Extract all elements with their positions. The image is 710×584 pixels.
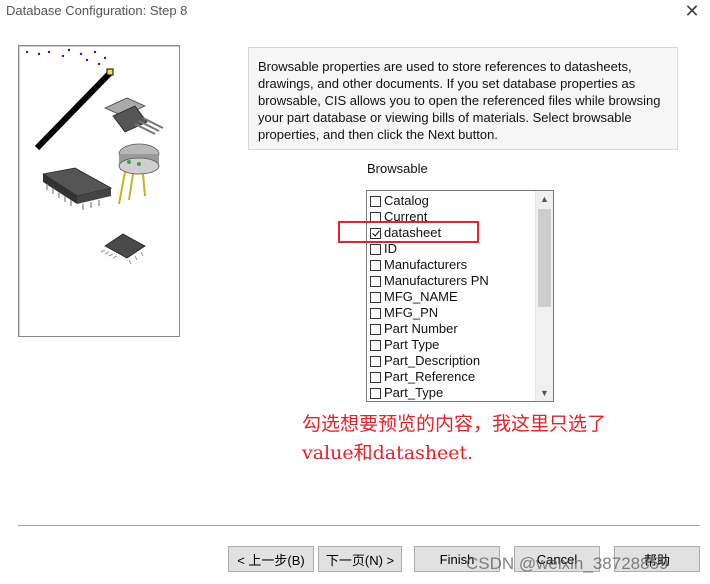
annotation-line-2: value和datasheet. <box>302 442 474 464</box>
checkbox[interactable] <box>370 243 381 255</box>
list-item-label: Part_Reference <box>384 369 476 384</box>
checkbox[interactable] <box>370 259 381 271</box>
list-item-part-reference[interactable]: Part_Reference <box>370 369 475 385</box>
wand-icon <box>25 48 114 151</box>
illustration-panel <box>18 45 180 337</box>
list-item-part-type-underscore[interactable]: Part_Type <box>370 385 443 401</box>
back-button[interactable]: < 上一步(B) <box>228 546 314 572</box>
checkbox[interactable] <box>370 291 381 303</box>
list-item-id[interactable]: ID <box>370 241 397 257</box>
scroll-thumb[interactable] <box>538 209 551 307</box>
components-illustration <box>25 48 164 265</box>
browsable-label: Browsable <box>367 161 428 176</box>
checkbox[interactable] <box>370 275 381 287</box>
list-item-mfg-name[interactable]: MFG_NAME <box>370 289 458 305</box>
window-title: Database Configuration: Step 8 <box>6 3 188 18</box>
list-item-catalog[interactable]: Catalog <box>370 193 429 209</box>
next-button[interactable]: 下一页(N) > <box>318 546 402 572</box>
list-item-label: Manufacturers PN <box>384 273 489 288</box>
list-item-label: MFG_NAME <box>384 289 458 304</box>
list-item-mfg-pn[interactable]: MFG_PN <box>370 305 438 321</box>
vertical-scrollbar[interactable]: ▲ ▼ <box>535 191 553 401</box>
checkbox[interactable] <box>370 387 381 399</box>
scroll-down-icon[interactable]: ▼ <box>536 385 553 401</box>
list-item-label: MFG_PN <box>384 305 439 320</box>
footer-separator <box>18 525 700 527</box>
list-item-label: Part_Type <box>384 385 444 400</box>
highlight-annotation-box <box>338 221 479 243</box>
checkbox[interactable] <box>370 339 381 351</box>
scroll-up-icon[interactable]: ▲ <box>536 191 553 207</box>
annotation-text: 勾选想要预览的内容，我这里只选了 value和datasheet. <box>302 410 707 468</box>
list-item-manufacturers-pn[interactable]: Manufacturers PN <box>370 273 489 289</box>
description-panel: Browsable properties are used to store r… <box>248 47 678 150</box>
checkbox[interactable] <box>370 355 381 367</box>
list-item-label: Catalog <box>384 193 429 208</box>
transistor-package-icon <box>104 97 164 135</box>
metal-can-icon <box>118 143 160 205</box>
soic-chip-icon <box>100 233 146 265</box>
list-item-label: ID <box>384 241 397 256</box>
dip-chip-icon <box>41 167 113 210</box>
list-item-label: Part Type <box>384 337 440 352</box>
close-icon[interactable]: ✕ <box>682 0 702 22</box>
list-item-manufacturers[interactable]: Manufacturers <box>370 257 467 273</box>
list-item-label: Manufacturers <box>384 257 468 272</box>
list-item-label: Part_Description <box>384 353 481 368</box>
title-bar: Database Configuration: Step 8 ✕ <box>0 0 710 24</box>
checkbox[interactable] <box>370 307 381 319</box>
checkbox[interactable] <box>370 371 381 383</box>
list-item-label: Part Number <box>384 321 458 336</box>
list-item-part-description[interactable]: Part_Description <box>370 353 480 369</box>
list-item-part-number[interactable]: Part Number <box>370 321 458 337</box>
watermark-text: CSDN @weixin_38728859 <box>466 554 669 573</box>
checkbox[interactable] <box>370 323 381 335</box>
checkbox[interactable] <box>370 195 381 207</box>
annotation-line-1: 勾选想要预览的内容，我这里只选了 <box>302 413 607 435</box>
list-item-part-type[interactable]: Part Type <box>370 337 439 353</box>
